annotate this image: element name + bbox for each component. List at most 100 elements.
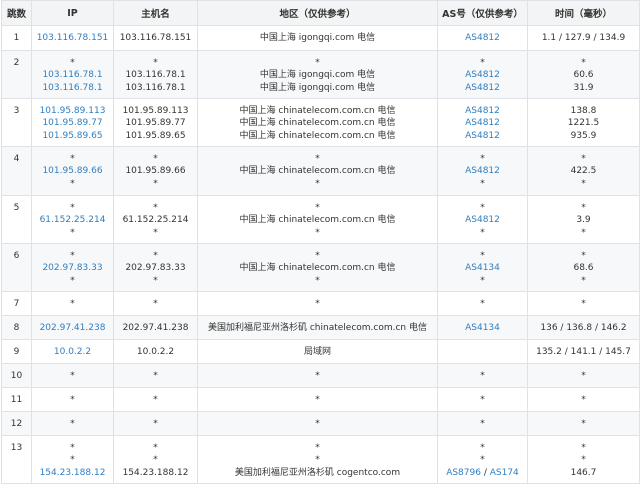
ip-link[interactable]: 154.23.188.12 — [40, 468, 106, 478]
time-cell: 138.8 1221.5 935.9 — [527, 98, 640, 147]
region-value: * — [315, 443, 320, 453]
ip-line: * — [34, 298, 111, 310]
host-line: * — [116, 298, 195, 310]
ip-link[interactable]: 103.116.78.1 — [42, 83, 102, 93]
region-value: 中国上海 igongqi.com 电信 — [259, 70, 376, 81]
host-line: * — [116, 418, 195, 430]
time-value: 1221.5 — [567, 118, 600, 129]
hostname-cell: 202.97.41.238 — [113, 315, 198, 340]
table-row: 3 101.95.89.113 101.95.89.77 101.95.89.65 10… — [1, 98, 640, 147]
time-line: * — [530, 250, 637, 262]
ip-cell: * — [31, 291, 114, 316]
time-cell: 1.1 / 127.9 / 134.9 — [527, 25, 640, 51]
time-line: * — [530, 275, 637, 287]
region-value: * — [315, 419, 320, 429]
table-row: 11 * * * * * — [1, 387, 640, 412]
as-link[interactable]: AS4812 — [465, 131, 500, 141]
as-cell — [437, 339, 528, 364]
ip-line: 10.0.2.2 — [34, 346, 111, 358]
hostname-cell: * * 154.23.188.12 — [113, 435, 198, 484]
hop-cell: 1 — [1, 25, 32, 51]
ip-line: 103.116.78.1 — [34, 69, 111, 81]
as-link[interactable]: AS8796 — [446, 468, 481, 478]
host-value: * — [153, 154, 158, 164]
hostname-cell: * 61.152.25.214 * — [113, 195, 198, 244]
as-link[interactable]: AS4812 — [465, 215, 500, 225]
ip-value: * — [70, 419, 75, 429]
region-line: * — [200, 178, 435, 190]
region-cell: * 中国上海 igongqi.com 电信 中国上海 igongqi.com 电信 — [197, 50, 438, 99]
region-line: * — [200, 275, 435, 287]
ip-line: * — [34, 442, 111, 454]
ip-link[interactable]: 202.97.41.238 — [40, 323, 106, 333]
host-value: * — [153, 455, 158, 466]
time-value: * — [581, 371, 586, 381]
ip-line: * — [34, 275, 111, 287]
time-value: * — [581, 227, 586, 238]
as-value: * — [480, 395, 485, 405]
ip-line: 101.95.89.66 — [34, 165, 111, 177]
time-value: * — [581, 203, 586, 213]
region-line: 中国上海 chinatelecom.com.cn 电信 — [200, 117, 435, 129]
time-line: 3.9 — [530, 214, 637, 226]
ip-line: 202.97.83.33 — [34, 262, 111, 274]
region-value: 中国上海 chinatelecom.com.cn 电信 — [239, 215, 396, 226]
host-line: * — [116, 227, 195, 239]
ip-link[interactable]: 202.97.83.33 — [42, 263, 102, 273]
region-value: 美国加利福尼亚州洛杉矶 chinatelecom.com.cn 电信 — [207, 323, 427, 333]
time-value: * — [581, 275, 586, 286]
region-line: 中国上海 igongqi.com 电信 — [200, 82, 435, 94]
time-value: * — [581, 251, 586, 261]
ip-line: 101.95.89.77 — [34, 117, 111, 129]
host-value: * — [153, 299, 158, 309]
ip-line: * — [34, 227, 111, 239]
time-line: * — [530, 454, 637, 466]
as-link[interactable]: AS4812 — [465, 70, 500, 80]
time-cell: * — [527, 387, 640, 412]
region-line: * — [200, 418, 435, 430]
as-link[interactable]: AS4812 — [465, 33, 500, 43]
as-cell: AS4812 — [437, 25, 528, 51]
host-value: 101.95.89.113 — [122, 106, 189, 116]
host-line: * — [116, 250, 195, 262]
host-value: 61.152.25.214 — [122, 215, 189, 226]
ip-line: 61.152.25.214 — [34, 214, 111, 226]
ip-link[interactable]: 101.95.89.65 — [42, 131, 102, 141]
region-line: * — [200, 227, 435, 239]
as-line: * — [440, 418, 525, 430]
as-link[interactable]: AS4134 — [465, 263, 500, 273]
ip-link[interactable]: 101.95.89.113 — [40, 106, 106, 116]
time-line: * — [530, 57, 637, 69]
as-value: * — [480, 299, 485, 309]
region-cell: * — [197, 291, 438, 316]
ip-link[interactable]: 61.152.25.214 — [40, 215, 106, 225]
hop-cell: 11 — [1, 387, 32, 412]
time-cell: 135.2 / 141.1 / 145.7 — [527, 339, 640, 364]
as-line: * — [440, 454, 525, 466]
as-link[interactable]: AS4812 — [465, 118, 500, 128]
table-row: 12 * * * * * — [1, 411, 640, 436]
host-line: 101.95.89.65 — [116, 130, 195, 142]
region-value: * — [315, 203, 320, 213]
time-line: * — [530, 442, 637, 454]
as-line: * — [440, 442, 525, 454]
ip-link[interactable]: 103.116.78.1 — [42, 70, 102, 80]
as-link[interactable]: AS4134 — [465, 323, 500, 333]
time-line: 31.9 — [530, 82, 637, 94]
ip-line: * — [34, 418, 111, 430]
ip-line: * — [34, 250, 111, 262]
ip-link[interactable]: 10.0.2.2 — [54, 347, 91, 357]
ip-line: 202.97.41.238 — [34, 322, 111, 334]
region-line: * — [200, 153, 435, 165]
as-cell: AS4812 AS4812 AS4812 — [437, 98, 528, 147]
as-link[interactable]: AS4812 — [465, 83, 500, 93]
as-link[interactable]: AS4812 — [465, 166, 500, 176]
ip-link[interactable]: 101.95.89.66 — [42, 166, 102, 176]
as-link[interactable]: AS4812 — [465, 106, 500, 116]
table-row: 6 * 202.97.83.33 * * 202.97.83.33 * * 中国上海 china… — [1, 243, 640, 292]
ip-link[interactable]: 101.95.89.77 — [42, 118, 102, 128]
as-link[interactable]: AS174 — [490, 468, 519, 478]
ip-link[interactable]: 103.116.78.151 — [37, 33, 109, 43]
host-value: * — [153, 371, 158, 381]
region-cell: * 中国上海 chinatelecom.com.cn 电信 * — [197, 195, 438, 244]
